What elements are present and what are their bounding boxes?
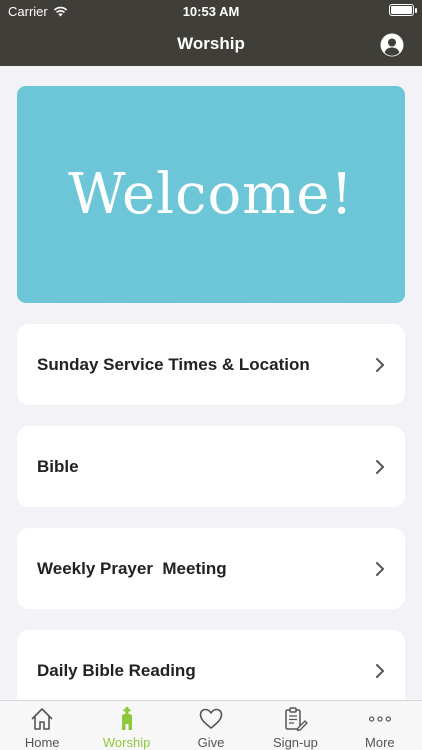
worship-icon <box>114 706 140 732</box>
tab-home[interactable]: Home <box>0 701 84 750</box>
tab-label: More <box>365 735 395 750</box>
clipboard-icon <box>282 706 309 732</box>
navigation-bar: Worship <box>0 22 422 66</box>
list-item-label: Weekly Prayer Meeting <box>37 558 227 578</box>
status-time: 10:53 AM <box>182 4 240 19</box>
battery-icon <box>389 4 417 16</box>
chevron-right-icon <box>376 357 384 372</box>
list-item-label: Sunday Service Times & Location <box>37 354 310 374</box>
home-icon <box>29 706 55 732</box>
heart-icon <box>198 706 224 732</box>
profile-icon[interactable] <box>380 33 404 57</box>
list-item-label: Bible <box>37 456 79 476</box>
tab-label: Worship <box>102 735 151 750</box>
tab-worship[interactable]: Worship <box>84 701 168 750</box>
tab-label: Home <box>24 735 60 750</box>
tab-bar: Home Worship Give Sign-up More <box>0 700 422 750</box>
list-item-label: Daily Bible Reading <box>37 660 196 680</box>
chevron-right-icon <box>376 561 384 576</box>
status-bar: Carrier 10:53 AM <box>0 0 422 22</box>
tab-sign-up[interactable]: Sign-up <box>253 701 337 750</box>
list-item-bible[interactable]: Bible <box>17 426 405 507</box>
list-item-sunday-service[interactable]: Sunday Service Times & Location <box>17 324 405 405</box>
list-item-daily-bible-reading[interactable]: Daily Bible Reading <box>17 630 405 711</box>
list-item-weekly-prayer[interactable]: Weekly Prayer Meeting <box>17 528 405 609</box>
more-icon <box>367 706 393 732</box>
welcome-text: Welcome! <box>68 162 354 227</box>
tab-label: Sign-up <box>273 735 318 750</box>
tab-more[interactable]: More <box>338 701 422 750</box>
tab-label: Give <box>197 735 225 750</box>
welcome-banner[interactable]: Welcome! <box>17 86 405 303</box>
chevron-right-icon <box>376 459 384 474</box>
chevron-right-icon <box>376 663 384 678</box>
tab-give[interactable]: Give <box>169 701 253 750</box>
page-title: Worship <box>177 34 245 53</box>
